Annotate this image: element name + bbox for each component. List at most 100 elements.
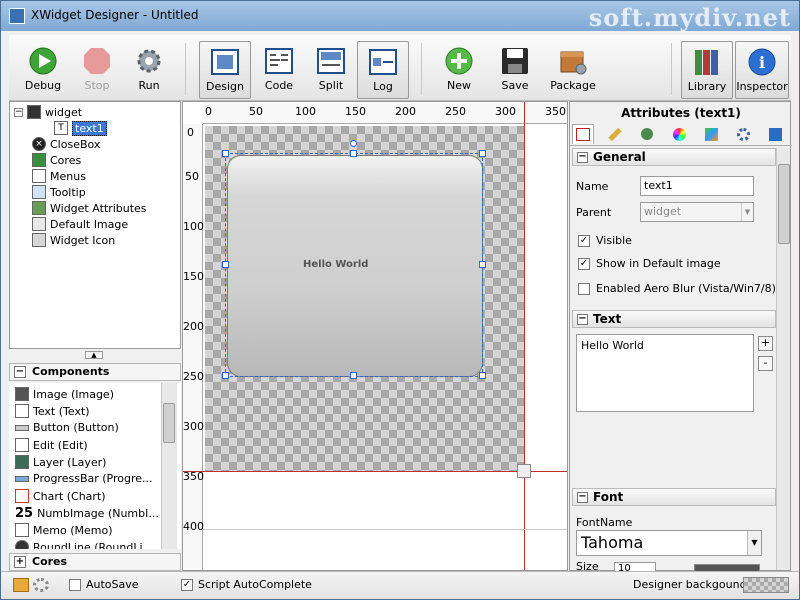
horizontal-ruler: 0 50 100 150 200 250 300 350 <box>203 102 567 124</box>
components-header[interactable]: − Components <box>9 363 181 381</box>
resize-handle[interactable] <box>222 372 229 379</box>
tab-layout[interactable] <box>604 124 626 144</box>
inspector-button[interactable]: i Inspector <box>735 41 789 99</box>
hello-world-text[interactable]: Hello World <box>303 259 368 270</box>
resize-handle[interactable] <box>350 372 357 379</box>
component-label: Layer (Layer) <box>33 455 107 469</box>
package-button[interactable]: Package <box>547 41 599 99</box>
attributes-scrollbar[interactable] <box>776 148 790 570</box>
stop-button[interactable]: Stop <box>71 41 123 99</box>
ruler-label: 0 <box>205 105 212 118</box>
collapse-icon[interactable]: − <box>577 492 588 503</box>
component-progressbar[interactable]: ProgressBar (Progre... <box>15 472 153 485</box>
tree-item-default-image[interactable]: Default Image <box>32 216 128 232</box>
debug-button[interactable]: Debug <box>17 41 69 99</box>
tree-item-tooltip[interactable]: Tooltip <box>32 184 86 200</box>
run-button[interactable]: Run <box>123 41 175 99</box>
autocomplete-toggle[interactable]: ✓ Script AutoComplete <box>181 578 312 591</box>
aero-checkbox[interactable] <box>578 282 590 295</box>
chevron-down-icon[interactable]: ▼ <box>747 531 761 555</box>
component-roundline[interactable]: RoundLine (RoundLi... <box>15 540 153 549</box>
tree-item-menus[interactable]: Menus <box>32 168 86 184</box>
library-button[interactable]: Library <box>681 41 733 99</box>
component-edit[interactable]: Edit (Edit) <box>15 438 88 452</box>
resize-handle[interactable] <box>479 261 486 268</box>
expand-icon[interactable]: + <box>14 556 26 568</box>
chevron-down-icon[interactable]: ▼ <box>741 203 753 221</box>
resize-handle[interactable] <box>479 372 486 379</box>
code-button[interactable]: Code <box>253 41 305 99</box>
resize-handle[interactable] <box>479 150 486 157</box>
collapse-icon[interactable]: − <box>14 366 26 378</box>
remove-text-button[interactable]: - <box>758 356 773 371</box>
tab-effects[interactable] <box>700 124 722 144</box>
folder-icon[interactable] <box>13 578 29 592</box>
ruler-label: 300 <box>495 105 516 118</box>
save-button[interactable]: Save <box>489 41 541 99</box>
canvas-resize-grip-icon[interactable] <box>517 464 531 478</box>
component-memo[interactable]: Memo (Memo) <box>15 523 113 537</box>
parent-select[interactable]: widget ▼ <box>640 202 754 222</box>
text-value-area[interactable]: Hello World <box>576 334 754 412</box>
design-button[interactable]: Design <box>199 41 251 99</box>
autocomplete-checkbox[interactable]: ✓ <box>181 578 193 591</box>
log-button[interactable]: Log <box>357 41 409 99</box>
tab-shapes[interactable] <box>636 124 658 144</box>
scroll-thumb[interactable] <box>778 164 790 244</box>
split-label: Split <box>318 79 344 92</box>
show-default-checkbox[interactable]: ✓ <box>578 257 590 270</box>
tree-item-closebox[interactable]: × CloseBox <box>32 136 100 152</box>
collapse-icon[interactable]: − <box>577 152 588 163</box>
new-plus-icon <box>443 45 475 77</box>
fontname-select[interactable]: Tahoma ▼ <box>576 530 762 556</box>
resize-handle[interactable] <box>222 150 229 157</box>
splitter-collapse-icon[interactable]: ▲ <box>85 351 103 359</box>
tree-item-widget-attributes[interactable]: Widget Attributes <box>32 200 147 216</box>
tree-item-cores[interactable]: Cores <box>32 152 81 168</box>
components-title: Components <box>32 365 110 378</box>
component-numbimage[interactable]: 25 NumbImage (NumbI... <box>15 506 159 521</box>
section-text-header[interactable]: − Text <box>572 310 776 328</box>
name-input[interactable]: text1 <box>640 176 754 196</box>
section-general-header[interactable]: − General <box>572 148 776 166</box>
designer-bg-swatch[interactable] <box>743 577 789 593</box>
autosave-checkbox[interactable] <box>69 578 81 591</box>
show-default-row[interactable]: ✓ Show in Default image <box>578 257 721 270</box>
cores-header[interactable]: + Cores <box>9 553 181 571</box>
rotate-handle[interactable] <box>350 140 357 147</box>
aero-row[interactable]: Enabled Aero Blur (Vista/Win7/8) <box>578 282 776 295</box>
tree-item-label: Default Image <box>50 217 129 231</box>
scroll-thumb[interactable] <box>163 403 175 443</box>
ruler-label: 50 <box>185 170 199 183</box>
add-text-button[interactable]: + <box>758 336 773 351</box>
component-button[interactable]: Button (Button) <box>15 421 119 434</box>
tree-item-widget-icon[interactable]: Widget Icon <box>32 232 115 248</box>
section-font-header[interactable]: − Font <box>572 488 776 506</box>
components-scrollbar[interactable] <box>161 383 177 549</box>
visible-row[interactable]: ✓ Visible <box>578 234 632 247</box>
component-chart[interactable]: Chart (Chart) <box>15 489 106 503</box>
collapse-toggle-icon[interactable]: − <box>14 107 23 117</box>
autosave-toggle[interactable]: AutoSave <box>69 578 139 591</box>
tab-general[interactable] <box>572 124 594 144</box>
component-layer[interactable]: Layer (Layer) <box>15 455 106 469</box>
toolbar-separator <box>421 43 422 95</box>
tab-3d[interactable] <box>764 124 786 144</box>
visible-checkbox[interactable]: ✓ <box>578 234 590 247</box>
section-title: General <box>593 150 646 164</box>
collapse-icon[interactable]: − <box>577 314 588 325</box>
split-button[interactable]: Split <box>305 41 357 99</box>
tree-item-text1[interactable]: T text1 <box>54 120 107 136</box>
tab-settings[interactable] <box>732 124 754 144</box>
design-canvas[interactable]: 0 50 100 150 200 250 300 350 0 50 100 15… <box>182 101 568 571</box>
save-label: Save <box>501 79 529 92</box>
component-label: Image (Image) <box>33 387 114 401</box>
component-image[interactable]: Image (Image) <box>15 387 114 401</box>
tab-colors[interactable] <box>668 124 690 144</box>
new-button[interactable]: New <box>433 41 485 99</box>
resize-handle[interactable] <box>222 261 229 268</box>
tree-item-widget[interactable]: − widget <box>14 104 82 120</box>
gear-icon[interactable] <box>33 578 49 592</box>
resize-handle[interactable] <box>350 150 357 157</box>
component-text[interactable]: Text (Text) <box>15 404 90 418</box>
